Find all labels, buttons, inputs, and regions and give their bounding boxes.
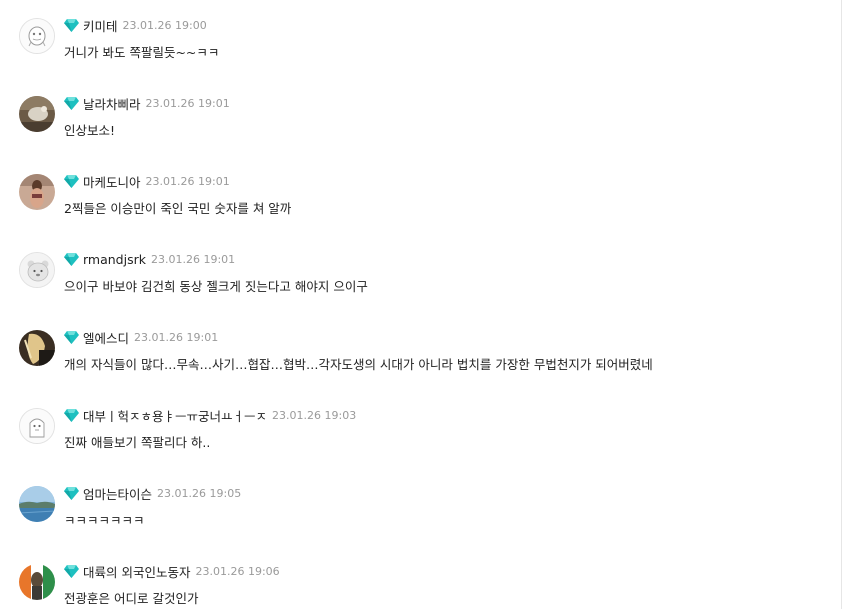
- diamond-icon: [64, 252, 79, 266]
- photo-avatar-icon: [19, 564, 55, 600]
- comment-meta: 마케도니아 23.01.26 19:01: [64, 172, 230, 191]
- bear-avatar-icon: [20, 253, 54, 287]
- diamond-icon: [64, 174, 79, 188]
- comment-item: 엘에스디 23.01.26 19:01 개의 자식들이 많다…무속…사기…협잡……: [0, 312, 838, 390]
- comment-item: 엄마는타이슨 23.01.26 19:05 ㅋㅋㅋㅋㅋㅋㅋ: [0, 468, 838, 546]
- comment-list: 키미테 23.01.26 19:00 거니가 봐도 쪽팔릴듯~~ㅋㅋ 날라차삐라…: [0, 0, 842, 609]
- character-avatar-icon: [20, 409, 54, 443]
- avatar[interactable]: [19, 96, 55, 132]
- avatar[interactable]: [19, 174, 55, 210]
- character-avatar-icon: [20, 19, 54, 53]
- nickname[interactable]: 엘에스디: [83, 328, 129, 347]
- comment-meta: 키미테 23.01.26 19:00: [64, 16, 207, 35]
- diamond-icon: [64, 330, 79, 344]
- comment-meta: 대부ㅣ헉ㅈㅎ용ㅑㅡㅠ궁너ㅛㅓㅡㅈ 23.01.26 19:03: [64, 406, 357, 425]
- diamond-icon: [64, 96, 79, 110]
- timestamp: 23.01.26 19:01: [145, 174, 230, 188]
- comment-text: 으이구 바보야 김건희 동상 젤크게 짓는다고 해야지 으이구: [64, 279, 368, 294]
- avatar[interactable]: [19, 486, 55, 522]
- avatar[interactable]: [19, 408, 55, 444]
- timestamp: 23.01.26 19:00: [122, 18, 207, 32]
- timestamp: 23.01.26 19:05: [157, 486, 242, 500]
- comment-item: 마케도니아 23.01.26 19:01 2찍들은 이승만이 죽인 국민 숫자를…: [0, 156, 838, 234]
- diamond-icon: [64, 564, 79, 578]
- comment-text: 개의 자식들이 많다…무속…사기…협잡…협박…각자도생의 시대가 아니라 법치를…: [64, 357, 653, 372]
- comment-text: 전광훈은 어디로 갈것인가: [64, 591, 199, 606]
- comment-item: rmandjsrk 23.01.26 19:01 으이구 바보야 김건희 동상 …: [0, 234, 838, 312]
- comment-meta: 엘에스디 23.01.26 19:01: [64, 328, 219, 347]
- comment-item: 대륙의 외국인노동자 23.01.26 19:06 전광훈은 어디로 갈것인가: [0, 546, 838, 609]
- timestamp: 23.01.26 19:03: [272, 408, 357, 422]
- photo-avatar-icon: [19, 330, 55, 366]
- nickname[interactable]: 키미테: [83, 16, 118, 35]
- comment-meta: rmandjsrk 23.01.26 19:01: [64, 251, 235, 267]
- nickname[interactable]: 마케도니아: [83, 172, 141, 191]
- landscape-avatar-icon: [19, 486, 55, 522]
- avatar[interactable]: [19, 564, 55, 600]
- nickname[interactable]: 엄마는타이슨: [83, 484, 152, 503]
- diamond-icon: [64, 486, 79, 500]
- timestamp: 23.01.26 19:06: [195, 564, 280, 578]
- nickname[interactable]: 대부ㅣ헉ㅈㅎ용ㅑㅡㅠ궁너ㅛㅓㅡㅈ: [83, 406, 267, 425]
- comment-text: 인상보소!: [64, 123, 116, 138]
- comment-text: ㅋㅋㅋㅋㅋㅋㅋ: [64, 513, 145, 528]
- avatar[interactable]: [19, 252, 55, 288]
- comment-item: 키미테 23.01.26 19:00 거니가 봐도 쪽팔릴듯~~ㅋㅋ: [0, 0, 838, 78]
- nickname[interactable]: 날라차삐라: [83, 94, 141, 113]
- comment-item: 대부ㅣ헉ㅈㅎ용ㅑㅡㅠ궁너ㅛㅓㅡㅈ 23.01.26 19:03 진짜 애들보기 …: [0, 390, 838, 468]
- comment-meta: 대륙의 외국인노동자 23.01.26 19:06: [64, 562, 280, 581]
- avatar[interactable]: [19, 18, 55, 54]
- comment-text: 2찍들은 이승만이 죽인 국민 숫자를 쳐 알까: [64, 201, 292, 216]
- timestamp: 23.01.26 19:01: [150, 252, 236, 266]
- comment-item: 날라차삐라 23.01.26 19:01 인상보소!: [0, 78, 838, 156]
- comment-meta: 날라차삐라 23.01.26 19:01: [64, 94, 230, 113]
- nickname[interactable]: 대륙의 외국인노동자: [83, 562, 190, 581]
- diamond-icon: [64, 408, 79, 422]
- photo-avatar-icon: [19, 174, 55, 210]
- diamond-icon: [64, 18, 79, 32]
- comment-text: 거니가 봐도 쪽팔릴듯~~ㅋㅋ: [64, 45, 220, 60]
- avatar[interactable]: [19, 330, 55, 366]
- timestamp: 23.01.26 19:01: [134, 330, 219, 344]
- comment-text: 진짜 애들보기 쪽팔리다 하..: [64, 435, 211, 450]
- timestamp: 23.01.26 19:01: [145, 96, 230, 110]
- comment-meta: 엄마는타이슨 23.01.26 19:05: [64, 484, 242, 503]
- nickname[interactable]: rmandjsrk: [83, 252, 146, 267]
- photo-avatar-icon: [19, 96, 55, 132]
